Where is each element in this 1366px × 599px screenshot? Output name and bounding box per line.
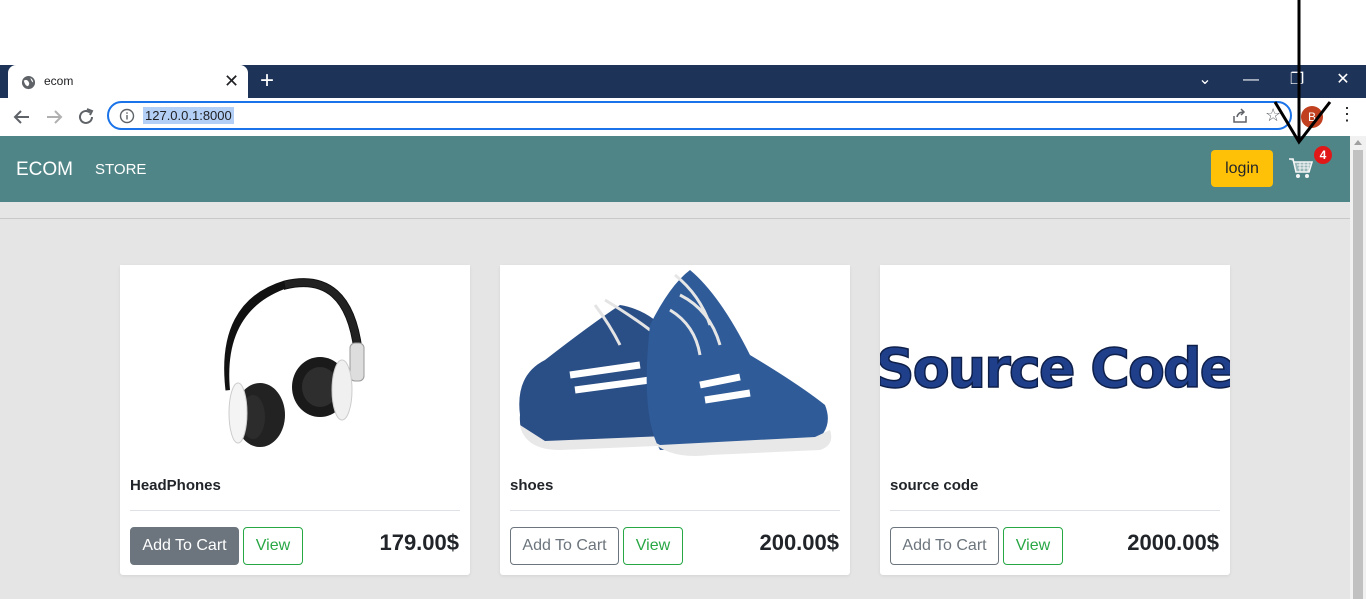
source-code-image-text: Source Code (880, 337, 1230, 400)
scroll-up-arrow-icon[interactable] (1354, 140, 1362, 145)
section-divider (0, 218, 1350, 219)
tab-ecom[interactable]: ecom ✕ (8, 65, 248, 98)
forward-icon[interactable] (43, 106, 65, 128)
product-image-headphones (120, 265, 470, 465)
browser-tab-strip: ecom ✕ + ⌄ — ❐ ✕ (0, 65, 1366, 98)
product-image-shoes (500, 265, 850, 465)
view-button[interactable]: View (623, 527, 683, 565)
brand-logo[interactable]: ECOM (16, 159, 73, 181)
reload-icon[interactable] (75, 106, 97, 128)
product-card: shoes Add To Cart View 200.00$ (500, 265, 850, 575)
product-name: HeadPhones (130, 477, 221, 494)
tab-search-icon[interactable]: ⌄ (1190, 69, 1220, 91)
url-text[interactable]: 127.0.0.1:8000 (143, 107, 234, 124)
share-icon[interactable] (1231, 107, 1249, 125)
product-price: 200.00$ (759, 530, 839, 555)
cart-icon[interactable] (1288, 156, 1314, 180)
add-to-cart-button[interactable]: Add To Cart (890, 527, 999, 565)
login-button[interactable]: login (1211, 150, 1273, 187)
card-divider (510, 510, 840, 511)
view-button[interactable]: View (1003, 527, 1063, 565)
minimize-icon[interactable]: — (1236, 69, 1266, 91)
tab-title: ecom (44, 74, 74, 88)
add-to-cart-button[interactable]: Add To Cart (130, 527, 239, 565)
site-info-icon[interactable] (119, 108, 135, 124)
close-tab-icon[interactable]: ✕ (224, 71, 239, 91)
globe-icon (21, 75, 36, 90)
browser-menu-icon[interactable]: ⋮ (1338, 104, 1356, 125)
annotation-arrow-icon (1273, 0, 1332, 145)
new-tab-button[interactable]: + (260, 69, 274, 93)
store-link[interactable]: STORE (95, 161, 146, 178)
page-scrollbar[interactable] (1350, 136, 1366, 599)
product-image-source-code: Source Code (880, 265, 1230, 465)
card-divider (890, 510, 1220, 511)
add-to-cart-button[interactable]: Add To Cart (510, 527, 619, 565)
view-button[interactable]: View (243, 527, 303, 565)
screenshot-top-margin (0, 0, 1366, 65)
site-navbar: ECOM STORE login 4 (0, 136, 1350, 202)
product-name: source code (890, 477, 979, 494)
page-viewport: ECOM STORE login 4 HeadPhones Add To Car… (0, 136, 1350, 599)
product-card: Source Code source code Add To Cart View… (880, 265, 1230, 575)
product-name: shoes (510, 477, 554, 494)
scroll-thumb[interactable] (1353, 150, 1363, 599)
address-bar[interactable]: 127.0.0.1:8000 ☆ (107, 101, 1292, 130)
product-price: 2000.00$ (1127, 530, 1219, 555)
card-divider (130, 510, 460, 511)
product-price: 179.00$ (379, 530, 459, 555)
back-icon[interactable] (11, 106, 33, 128)
browser-toolbar: 127.0.0.1:8000 ☆ B ⋮ (0, 98, 1366, 136)
product-card: HeadPhones Add To Cart View 179.00$ (120, 265, 470, 575)
